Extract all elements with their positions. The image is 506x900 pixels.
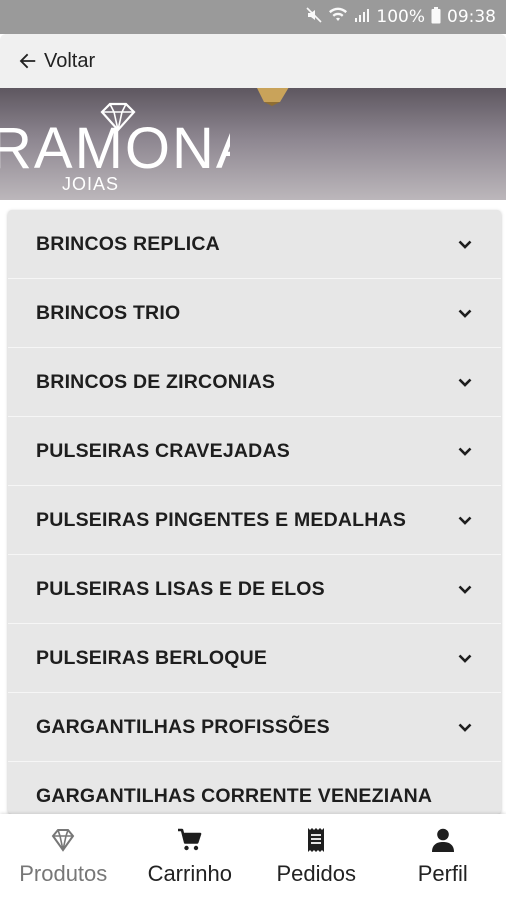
user-icon	[431, 828, 454, 852]
category-list: BRINCOS REPLICA BRINCOS TRIO BRINCOS DE …	[8, 210, 501, 814]
tab-label: Carrinho	[147, 861, 232, 886]
chevron-down-icon	[458, 447, 472, 456]
receipt-icon	[308, 828, 325, 852]
category-label: PULSEIRAS LISAS E DE ELOS	[36, 577, 325, 600]
category-label: BRINCOS REPLICA	[36, 232, 220, 255]
category-row[interactable]: PULSEIRAS BERLOQUE	[8, 624, 501, 693]
back-button[interactable]: Voltar	[16, 50, 95, 73]
tab-label: Pedidos	[276, 861, 356, 886]
category-row[interactable]: GARGANTILHAS PROFISSÕES	[8, 693, 501, 762]
signal-icon	[354, 7, 370, 27]
status-bar: 100% 09:38	[0, 0, 506, 34]
category-label: PULSEIRAS BERLOQUE	[36, 646, 268, 669]
tab-produtos[interactable]: Produtos	[0, 814, 127, 900]
chevron-down-icon	[458, 585, 472, 594]
category-row[interactable]: BRINCOS TRIO	[8, 279, 501, 348]
diamond-icon	[51, 829, 75, 852]
mute-icon	[306, 7, 322, 27]
ramona-joias-logo: RAMONA JOIAS	[0, 102, 230, 194]
category-label: GARGANTILHAS PROFISSÕES	[36, 715, 330, 738]
category-label: PULSEIRAS CRAVEJADAS	[36, 439, 290, 462]
chevron-down-icon	[458, 516, 472, 525]
chevron-down-icon	[458, 723, 472, 732]
category-row[interactable]: PULSEIRAS CRAVEJADAS	[8, 417, 501, 486]
bottom-nav: Produtos Carrinho Pedidos Perfil	[0, 814, 506, 900]
category-row[interactable]: BRINCOS DE ZIRCONIAS	[8, 348, 501, 417]
chevron-down-icon	[458, 654, 472, 663]
clock: 09:38	[447, 7, 496, 27]
store-banner: RAMONA JOIAS	[0, 88, 506, 200]
gem-decoration-1	[257, 88, 289, 106]
app-bar: Voltar	[0, 34, 506, 88]
category-label: BRINCOS DE ZIRCONIAS	[36, 370, 276, 393]
arrow-left-icon	[19, 53, 36, 69]
tab-label: Produtos	[19, 861, 108, 886]
category-row[interactable]: PULSEIRAS LISAS E DE ELOS	[8, 555, 501, 624]
wifi-icon	[328, 7, 348, 27]
category-label: GARGANTILHAS CORRENTE VENEZIANA	[36, 784, 433, 807]
tab-perfil[interactable]: Perfil	[380, 814, 506, 900]
gem-decoration-2	[245, 199, 247, 200]
tab-carrinho[interactable]: Carrinho	[127, 814, 254, 900]
category-row[interactable]: BRINCOS REPLICA	[8, 210, 501, 279]
back-label: Voltar	[44, 49, 96, 72]
battery-icon	[431, 6, 441, 28]
tab-label: Perfil	[417, 861, 468, 886]
tab-pedidos[interactable]: Pedidos	[253, 814, 380, 900]
svg-text:JOIAS: JOIAS	[62, 174, 119, 194]
category-label: PULSEIRAS PINGENTES E MEDALHAS	[36, 508, 407, 531]
chevron-down-icon	[458, 240, 472, 249]
svg-text:RAMONA: RAMONA	[0, 116, 230, 181]
battery-percent: 100%	[376, 7, 425, 27]
chevron-down-icon	[458, 309, 472, 318]
chevron-down-icon	[458, 378, 472, 387]
category-row[interactable]: PULSEIRAS PINGENTES E MEDALHAS	[8, 486, 501, 555]
category-label: BRINCOS TRIO	[36, 301, 181, 324]
category-row[interactable]: GARGANTILHAS CORRENTE VENEZIANA	[8, 762, 501, 814]
cart-icon	[177, 828, 202, 851]
